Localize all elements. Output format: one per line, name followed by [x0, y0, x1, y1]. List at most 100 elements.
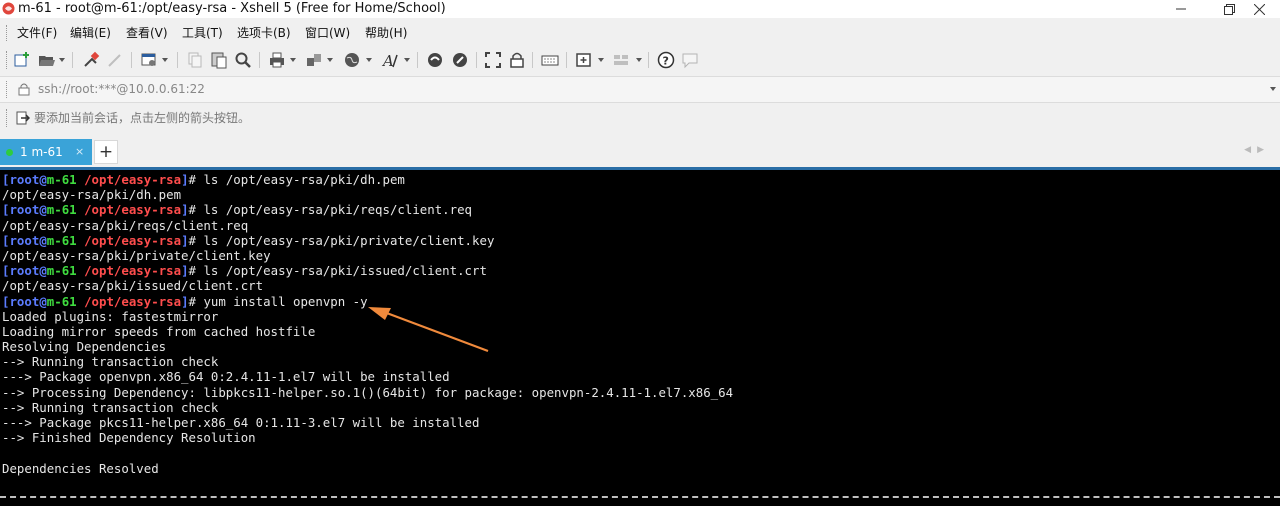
- globe-dropdown-caret[interactable]: [366, 58, 372, 62]
- minimize-icon: [1176, 8, 1186, 10]
- disconnect-button[interactable]: [106, 51, 124, 69]
- globe-icon: [345, 53, 359, 67]
- close-window-button[interactable]: [1236, 0, 1280, 18]
- paste-icon: [211, 52, 227, 69]
- layout-button[interactable]: [612, 51, 630, 69]
- add-tab-button[interactable]: [575, 51, 593, 69]
- title-bar: m-61 - root@m-61:/opt/easy-rsa - Xshell …: [0, 0, 1280, 18]
- fullscreen-icon: [485, 52, 501, 68]
- prompt-user: root: [9, 232, 40, 248]
- prompt-at: @: [39, 263, 47, 279]
- lock-button[interactable]: [508, 51, 526, 69]
- open-dropdown-caret[interactable]: [59, 58, 65, 62]
- paste-button[interactable]: [210, 51, 228, 69]
- reconnect-button[interactable]: [82, 51, 100, 69]
- toolbar-separator: [532, 52, 533, 68]
- hint-text: 要添加当前会话，点击左侧的箭头按钮。: [34, 111, 251, 125]
- terminal-command-line: [root@m-61 /opt/easy-rsa]# ls /opt/easy-…: [2, 263, 733, 278]
- terminal-command-line: [root@m-61 /opt/easy-rsa]# ls /opt/easy-…: [2, 202, 733, 217]
- add-session-arrow-icon[interactable]: [16, 111, 30, 125]
- help-icon: ?: [657, 51, 675, 69]
- menu-tabs[interactable]: 选项卡(B): [237, 25, 291, 41]
- menu-window[interactable]: 窗口(W): [305, 25, 350, 41]
- chat-button[interactable]: [681, 51, 699, 69]
- properties-icon: [141, 53, 156, 66]
- print-dropdown-caret[interactable]: [290, 58, 296, 62]
- prompt-close-bracket: ]: [181, 202, 189, 218]
- toolbar-separator: [259, 52, 260, 68]
- layout-icon: [614, 55, 628, 65]
- prompt-path: /opt/easy-rsa: [84, 202, 182, 218]
- terminal-output-line: --> Running transaction check: [2, 354, 219, 370]
- compose-button[interactable]: [451, 51, 469, 69]
- prompt-close-bracket: ]: [181, 293, 189, 309]
- menubar-grip: [6, 25, 10, 41]
- close-icon: [1253, 3, 1265, 15]
- properties-button[interactable]: [140, 51, 158, 69]
- find-button[interactable]: [234, 51, 252, 69]
- properties-dropdown-caret[interactable]: [162, 58, 168, 62]
- new-tab-button[interactable]: +: [94, 140, 118, 164]
- layout-dropdown-caret[interactable]: [636, 58, 642, 62]
- menu-help[interactable]: 帮助(H): [365, 25, 407, 41]
- open-folder-icon: [39, 56, 55, 66]
- terminal-output-line: Loading mirror speeds from cached hostfi…: [2, 323, 316, 339]
- terminal-output-line: Resolving Dependencies: [2, 339, 167, 355]
- menu-edit[interactable]: 编辑(E): [70, 25, 111, 41]
- tab-scroll-arrows[interactable]: ◀▶: [1244, 145, 1270, 155]
- globe-button[interactable]: [343, 51, 361, 69]
- prompt-path: /opt/easy-rsa: [84, 232, 182, 248]
- menu-file[interactable]: 文件(F): [17, 25, 57, 41]
- toolbar-separator: [476, 52, 477, 68]
- add-tab-dropdown-caret[interactable]: [598, 58, 604, 62]
- prompt-at: @: [39, 293, 47, 309]
- script-icon: [428, 53, 442, 67]
- font-dropdown-caret[interactable]: [404, 58, 410, 62]
- prompt-user: root: [9, 263, 40, 279]
- copy-button[interactable]: [186, 51, 204, 69]
- terminal-output-line: --> Running transaction check: [2, 399, 219, 415]
- script-button[interactable]: [426, 51, 444, 69]
- menu-tools[interactable]: 工具(T): [182, 25, 223, 41]
- prompt-host: m-61: [46, 232, 77, 248]
- transfer-button[interactable]: [305, 51, 323, 69]
- prompt-close-bracket: ]: [181, 263, 189, 279]
- open-folder-button[interactable]: [38, 51, 56, 69]
- terminal-output-line: Dependencies Resolved: [2, 460, 159, 476]
- chat-icon: [682, 53, 698, 69]
- transfer-icon: [307, 54, 321, 66]
- menu-view[interactable]: 查看(V): [126, 25, 168, 41]
- tab-bar: 1 m-61 × + ◀▶: [0, 137, 1280, 165]
- transfer-dropdown-caret[interactable]: [327, 58, 333, 62]
- toolbar-separator: [72, 52, 73, 68]
- fullscreen-button[interactable]: [484, 51, 502, 69]
- prompt-at: @: [39, 202, 47, 218]
- prompt-close-bracket: ]: [181, 172, 189, 187]
- terminal[interactable]: [root@m-61 /opt/easy-rsa]# ls /opt/easy-…: [0, 167, 1280, 506]
- window-title: m-61 - root@m-61:/opt/easy-rsa - Xshell …: [18, 1, 446, 16]
- session-address-input[interactable]: ssh://root:***@10.0.0.61:22: [38, 81, 205, 97]
- command-text: # yum install openvpn -y: [188, 293, 368, 309]
- terminal-output-line: /opt/easy-rsa/pki/private/client.key: [2, 247, 271, 263]
- keyboard-icon: [541, 55, 559, 66]
- font-button[interactable]: A: [381, 51, 399, 69]
- addressbar-grip: [6, 81, 10, 98]
- prompt-user: root: [9, 172, 40, 187]
- tab-m-61[interactable]: 1 m-61 ×: [0, 139, 92, 165]
- command-text: # ls /opt/easy-rsa/pki/dh.pem: [188, 172, 405, 187]
- help-button[interactable]: ?: [657, 51, 675, 69]
- minimize-button[interactable]: [1158, 0, 1204, 18]
- toolbar-separator: [177, 52, 178, 68]
- xshell-app-icon: [2, 2, 15, 15]
- new-session-button[interactable]: [13, 51, 31, 69]
- address-dropdown-caret[interactable]: [1270, 87, 1276, 91]
- keyboard-button[interactable]: [541, 51, 559, 69]
- tab-close-icon[interactable]: ×: [75, 144, 84, 160]
- terminal-output: [root@m-61 /opt/easy-rsa]# ls /opt/easy-…: [2, 172, 733, 476]
- print-icon: [270, 52, 284, 68]
- menu-bar: 文件(F) 编辑(E) 查看(V) 工具(T) 选项卡(B) 窗口(W) 帮助(…: [0, 22, 1280, 44]
- print-button[interactable]: [268, 51, 286, 69]
